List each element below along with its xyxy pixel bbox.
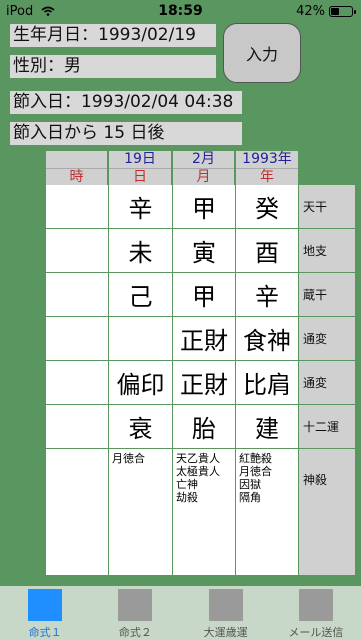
- row-label-tsuhen-2: 通変: [299, 361, 355, 405]
- battery-indicator: 42%: [296, 4, 356, 19]
- cell-shinsatsu-month: 天乙貴人 太極貴人 亡神 劫殺: [173, 449, 236, 576]
- row-label-tsuhen-1: 通変: [299, 317, 355, 361]
- cell-chishi-year: 酉: [236, 229, 299, 273]
- cell-juuniun-month: 胎: [173, 405, 236, 449]
- status-bar: iPod 18:59 42%: [0, 0, 361, 22]
- shinsatsu-item: 紅艶殺: [239, 452, 272, 465]
- shinsatsu-item: 隔角: [239, 491, 261, 504]
- cell-tsuhen-2-year: 比肩: [236, 361, 299, 405]
- cell-tsuhen-1-hour: [46, 317, 109, 361]
- shinsatsu-item: 月徳合: [239, 465, 272, 478]
- header-day-top: 19日: [109, 151, 171, 169]
- cell-tenkan-month: 甲: [173, 185, 236, 229]
- header-hour-label: 時: [69, 169, 84, 185]
- cell-tsuhen-2-day: 偏印: [109, 361, 173, 405]
- cell-tenkan-hour: [46, 185, 109, 229]
- header-month: 2月 月: [173, 151, 234, 185]
- row-label-chishi: 地支: [299, 229, 355, 273]
- cell-juuniun-day: 衰: [109, 405, 173, 449]
- tab-meishiki-1[interactable]: 命式１: [0, 586, 90, 640]
- header-hour: 時: [46, 151, 107, 185]
- shinsatsu-item: 劫殺: [176, 491, 198, 504]
- battery-icon: [329, 6, 356, 17]
- header-year-top: 1993年: [236, 151, 298, 169]
- square-icon: [118, 589, 153, 621]
- header-hour-top: [46, 151, 107, 169]
- tab-label: 命式２: [118, 626, 152, 639]
- battery-percent: 42%: [296, 4, 325, 19]
- row-label-tenkan: 天干: [299, 185, 355, 229]
- header-month-label: 月: [196, 169, 211, 185]
- birthdate-field: 生年月日：1993/02/19: [10, 24, 216, 47]
- header-day: 19日 日: [109, 151, 171, 185]
- shinsatsu-item: 太極貴人: [176, 465, 220, 478]
- cell-juuniun-year: 建: [236, 405, 299, 449]
- tab-label: 命式１: [28, 626, 62, 639]
- row-label-shinsatsu: 神殺: [299, 449, 355, 576]
- shinsatsu-item: 月徳合: [112, 452, 145, 465]
- cell-tsuhen-1-month: 正財: [173, 317, 236, 361]
- shinsatsu-item: 因獄: [239, 478, 261, 491]
- cell-shinsatsu-hour: [46, 449, 109, 576]
- square-icon: [298, 589, 333, 621]
- header-day-label: 日: [133, 169, 147, 185]
- tab-taiun-saiun[interactable]: 大運歳運: [181, 586, 271, 640]
- cell-shinsatsu-day: 月徳合: [109, 449, 173, 576]
- chart-header: 時 19日 日 2月 月 1993年 年: [46, 151, 355, 185]
- cell-chishi-day: 未: [109, 229, 173, 273]
- square-icon: [208, 589, 243, 621]
- cell-zoukan-hour: [46, 273, 109, 317]
- gender-field: 性別：男: [10, 55, 216, 78]
- tab-meishiki-2[interactable]: 命式２: [90, 586, 180, 640]
- cell-zoukan-month: 甲: [173, 273, 236, 317]
- row-label-zoukan: 蔵干: [299, 273, 355, 317]
- cell-zoukan-day: 己: [109, 273, 173, 317]
- cell-shinsatsu-year: 紅艶殺 月徳合 因獄 隔角: [236, 449, 299, 576]
- row-label-juuniun: 十二運: [299, 405, 355, 449]
- header-year: 1993年 年: [236, 151, 298, 185]
- square-icon: [28, 589, 63, 621]
- cell-tsuhen-1-day: [109, 317, 173, 361]
- tab-label: メール送信: [288, 626, 344, 639]
- cell-tsuhen-2-month: 正財: [173, 361, 236, 405]
- cell-tsuhen-1-year: 食神: [236, 317, 299, 361]
- cell-chishi-hour: [46, 229, 109, 273]
- tab-label: 大運歳運: [203, 626, 248, 639]
- header-month-top: 2月: [173, 151, 234, 169]
- setsuiribi-field: 節入日：1993/02/04 04:38: [10, 91, 242, 114]
- cell-chishi-month: 寅: [173, 229, 236, 273]
- cell-tenkan-day: 辛: [109, 185, 173, 229]
- days-after-field: 節入日から 15 日後: [10, 122, 242, 145]
- tab-mail-send[interactable]: メール送信: [271, 586, 361, 640]
- shinsatsu-item: 亡神: [176, 478, 198, 491]
- input-button[interactable]: 入力: [223, 23, 301, 83]
- tab-bar: 命式１ 命式２ 大運歳運 メール送信: [0, 586, 361, 640]
- cell-tsuhen-2-hour: [46, 361, 109, 405]
- shinsatsu-item: 天乙貴人: [176, 452, 220, 465]
- cell-juuniun-hour: [46, 405, 109, 449]
- meishiki-grid: 辛甲癸天干未寅酉地支己甲辛蔵干 正財 食神 通変 偏印 正財 比肩 通変衰胎建十二運 月徳合 天乙…: [46, 185, 355, 576]
- cell-zoukan-year: 辛: [236, 273, 299, 317]
- cell-tenkan-year: 癸: [236, 185, 299, 229]
- header-year-label: 年: [260, 169, 274, 185]
